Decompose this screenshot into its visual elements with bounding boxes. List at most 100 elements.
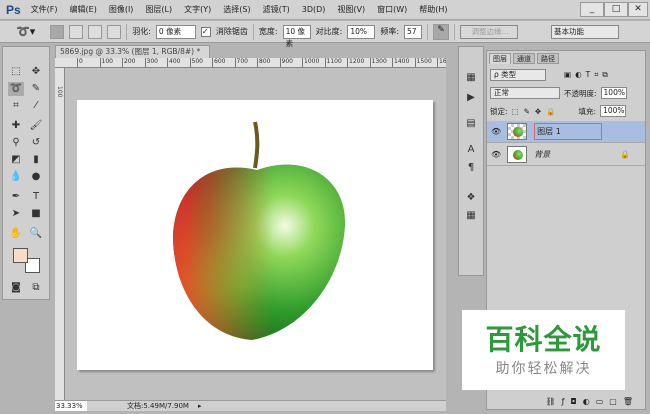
lasso-tool-icon[interactable]: ➰ [8, 82, 24, 96]
status-menu-arrow-icon[interactable]: ▸ [198, 401, 202, 411]
horizontal-ruler: 0 100 200 300 400 500 600 700 800 900 1000 1100 1200… [55, 58, 446, 68]
ruler-tick-label: 900 [279, 58, 293, 67]
close-button[interactable]: ✕ [628, 2, 648, 17]
frequency-input[interactable]: 57 [404, 24, 423, 39]
menu-help[interactable]: 帮助(H) [419, 4, 447, 15]
refine-edge-button[interactable]: 调整边缘... [460, 24, 519, 39]
tab-channels[interactable]: 通道 [513, 53, 535, 64]
menu-edit[interactable]: 编辑(E) [70, 4, 97, 15]
ruler-tick-label: 1400 [392, 58, 409, 67]
contrast-input[interactable]: 10% [347, 24, 376, 39]
marquee-tool-icon[interactable]: ⬚ [8, 65, 24, 79]
move-tool-icon[interactable]: ✥ [28, 65, 44, 79]
filter-icons[interactable]: ▣◐T⌗⧉ [564, 70, 612, 80]
tab-layers[interactable]: 图层 [489, 53, 511, 64]
ruler-tick-label: 1100 [324, 58, 342, 67]
type-tool-icon[interactable]: T [28, 190, 44, 204]
zoom-tool-icon[interactable]: 🔍 [28, 227, 44, 241]
maximize-button[interactable]: □ [604, 2, 628, 17]
menu-view[interactable]: 视图(V) [337, 4, 365, 15]
menu-image[interactable]: 图像(I) [109, 4, 134, 15]
actions-panel-icon[interactable]: ▶ [463, 91, 479, 105]
workspace-select[interactable]: 基本功能 [551, 24, 620, 39]
panel-icon-strip: ▦ ▶ ▤ A ¶ ❖ ▦ [458, 46, 484, 276]
layer-filter-select[interactable]: ρ 类型 [490, 69, 546, 81]
quick-mask-icon[interactable]: ◙ [8, 281, 24, 295]
history-panel-icon[interactable]: ▦ [463, 71, 479, 85]
eyedropper-tool-icon[interactable]: ⁄ [28, 99, 44, 113]
document-tab[interactable]: 5869.jpg @ 33.3% (图层 1, RGB/8#) * × [55, 45, 210, 68]
screen-mode-icon[interactable]: ⧉ [28, 281, 44, 295]
lock-label: 锁定: [490, 106, 508, 116]
clone-stamp-icon[interactable]: ⚲ [8, 136, 24, 150]
ruler-label: 100 [56, 86, 63, 98]
tab-paths[interactable]: 路径 [537, 53, 559, 64]
visibility-eye-icon[interactable]: 👁 [491, 150, 501, 159]
lock-icon: 🔒 [620, 150, 631, 159]
opacity-input[interactable]: 100% [600, 87, 627, 99]
tools-panel: ⬚ ✥ ➰ ✎ ⌗ ⁄ ✚ 🖌 ⚲ ↺ ◩ ▮ 💧 ● ✒ T ➤ ■ ✋ 🔍 … [2, 46, 50, 300]
ruler-tick-label: 1300 [369, 58, 387, 67]
healing-brush-icon[interactable]: ✚ [8, 119, 24, 133]
layer-actions-icons[interactable]: ⛓ƒ◘◐▭▢🗑 [487, 397, 645, 406]
eraser-tool-icon[interactable]: ◩ [8, 153, 24, 167]
dodge-tool-icon[interactable]: ● [28, 170, 44, 184]
blur-tool-icon[interactable]: 💧 [8, 170, 24, 184]
ruler-tick-label: 160 [437, 58, 446, 67]
minimize-button[interactable]: _ [580, 2, 604, 17]
zoom-level[interactable]: 33.33% [55, 401, 87, 411]
menu-file[interactable]: 文件(F) [31, 4, 58, 15]
menu-select[interactable]: 选择(S) [223, 4, 250, 15]
tablet-pressure-icon[interactable]: ✎ [433, 23, 450, 40]
width-input[interactable]: 10 像素 [282, 24, 311, 48]
ruler-tick-label: 0 [77, 58, 83, 67]
divider [454, 23, 456, 40]
layer-name[interactable]: 图层 1 [534, 123, 602, 140]
crop-tool-icon[interactable]: ⌗ [8, 99, 24, 113]
ruler-tick-label: 700 [234, 58, 248, 67]
intersect-selection-button[interactable] [107, 24, 122, 39]
properties-panel-icon[interactable]: ▤ [463, 117, 479, 131]
feather-input[interactable]: 0 像素 [155, 24, 196, 39]
menu-type[interactable]: 文字(Y) [184, 4, 211, 15]
paragraph-panel-icon[interactable]: ¶ [463, 161, 479, 175]
brush-tool-icon[interactable]: 🖌 [28, 119, 44, 133]
character-panel-icon[interactable]: A [463, 143, 479, 157]
watermark: 百科全说 助你轻松解决 [462, 310, 625, 390]
antialias-checkbox[interactable]: ✓ [200, 26, 211, 37]
grid-panel-icon[interactable]: ▦ [463, 209, 479, 223]
menu-bar: Ps 文件(F) 编辑(E) 图像(I) 图层(L) 文字(Y) 选择(S) 滤… [0, 0, 650, 20]
document-title: 5869.jpg @ 33.3% (图层 1, RGB/8#) * [60, 47, 201, 56]
ruler-tick-label: 100 [99, 58, 113, 67]
menu-3d[interactable]: 3D(D) [302, 5, 326, 14]
document-size: 文档:5.49M/7.90M [127, 402, 189, 410]
opacity-label: 不透明度: [564, 88, 597, 98]
layer-name[interactable]: 背景 [534, 149, 550, 160]
history-brush-icon[interactable]: ↺ [28, 136, 44, 150]
layer-row[interactable]: 👁 背景 🔒 [487, 144, 645, 166]
document-canvas[interactable] [77, 100, 433, 370]
rectangle-tool-icon[interactable]: ■ [28, 207, 44, 221]
pen-tool-icon[interactable]: ✒ [8, 190, 24, 204]
hand-tool-icon[interactable]: ✋ [8, 227, 24, 241]
blend-mode-select[interactable]: 正常 [490, 87, 560, 99]
lock-icons[interactable]: ⬚✎✥🔒 [512, 107, 561, 116]
subtract-selection-button[interactable] [88, 24, 103, 39]
menu-window[interactable]: 窗口(W) [377, 4, 407, 15]
fill-input[interactable]: 100% [600, 105, 627, 117]
3d-panel-icon[interactable]: ❖ [463, 191, 479, 205]
ruler-tick-label: 1000 [302, 58, 319, 67]
quick-select-tool-icon[interactable]: ✎ [28, 82, 44, 96]
foreground-color-swatch[interactable] [13, 248, 28, 263]
path-select-icon[interactable]: ➤ [8, 207, 24, 221]
gradient-tool-icon[interactable]: ▮ [28, 153, 44, 167]
new-selection-button[interactable] [50, 24, 65, 39]
lasso-tool-preset-icon[interactable]: ➰▾ [16, 25, 35, 38]
vertical-ruler: 100 [55, 68, 65, 400]
menu-layer[interactable]: 图层(L) [145, 4, 172, 15]
menu-filter[interactable]: 滤镜(T) [263, 4, 290, 15]
layer-row[interactable]: 👁 图层 1 [487, 121, 645, 143]
layer-thumbnail [507, 123, 528, 140]
visibility-eye-icon[interactable]: 👁 [491, 127, 501, 136]
add-selection-button[interactable] [69, 24, 84, 39]
